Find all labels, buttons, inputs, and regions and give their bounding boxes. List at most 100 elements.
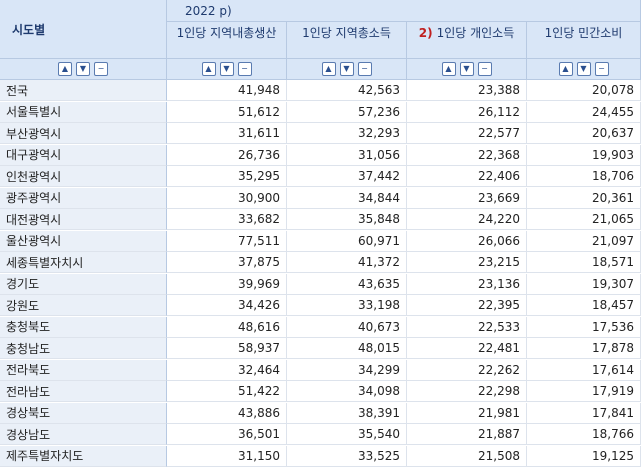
value-cell: 26,112 (407, 101, 527, 123)
value-cell: 18,457 (527, 295, 641, 316)
row-label: 부산광역시 (0, 123, 167, 144)
column-header: 1인당 민간소비 (527, 22, 641, 59)
sort-ascending-icon[interactable]: ▲ (201, 62, 216, 76)
value-cell: 22,577 (407, 123, 527, 144)
value-cell: 40,673 (287, 316, 407, 338)
row-label: 경상북도 (0, 402, 167, 424)
sort-descending-icon[interactable]: ▼ (576, 62, 591, 76)
value-cell: 33,682 (167, 209, 287, 230)
remove-icon[interactable]: − (477, 62, 492, 76)
sort-descending-icon[interactable]: ▼ (76, 62, 90, 76)
value-cell: 34,844 (287, 187, 407, 209)
sort-ascending-icon[interactable]: ▲ (321, 62, 336, 76)
column-controls: ▲ ▼ − (287, 59, 407, 80)
value-cell: 23,388 (407, 80, 527, 101)
value-cell: 23,669 (407, 187, 527, 209)
value-cell: 34,098 (287, 381, 407, 402)
value-cell: 34,426 (167, 295, 287, 316)
sort-ascending-icon[interactable]: ▲ (58, 62, 72, 76)
value-cell: 22,368 (407, 144, 527, 166)
value-cell: 21,065 (527, 209, 641, 230)
sort-descending-icon[interactable]: ▼ (459, 62, 474, 76)
value-cell: 22,406 (407, 166, 527, 187)
value-cell: 18,706 (527, 166, 641, 187)
value-cell: 42,563 (287, 80, 407, 101)
column-label: 1인당 지역내총생산 (176, 26, 277, 40)
column-note: 2) (418, 26, 433, 40)
row-label: 강원도 (0, 295, 167, 316)
value-cell: 26,066 (407, 230, 527, 252)
row-label: 대전광역시 (0, 209, 167, 230)
value-cell: 22,262 (407, 359, 527, 381)
sort-descending-icon[interactable]: ▼ (219, 62, 234, 76)
remove-icon[interactable]: − (594, 62, 609, 76)
row-label: 광주광역시 (0, 187, 167, 209)
value-cell: 51,612 (167, 101, 287, 123)
row-label: 전라북도 (0, 359, 167, 381)
row-label: 세종특별자치시 (0, 252, 167, 273)
value-cell: 58,937 (167, 338, 287, 359)
value-cell: 22,481 (407, 338, 527, 359)
row-label: 전라남도 (0, 381, 167, 402)
row-label: 서울특별시 (0, 101, 167, 123)
row-label: 경기도 (0, 273, 167, 295)
column-label: 1인당 민간소비 (544, 26, 623, 40)
value-cell: 17,919 (527, 381, 641, 402)
value-cell: 60,971 (287, 230, 407, 252)
value-cell: 48,616 (167, 316, 287, 338)
value-cell: 35,540 (287, 424, 407, 445)
value-cell: 32,293 (287, 123, 407, 144)
column-header: 1인당 지역총소득 (287, 22, 407, 59)
sort-ascending-icon[interactable]: ▲ (558, 62, 573, 76)
remove-icon[interactable]: − (94, 62, 108, 76)
row-label: 인천광역시 (0, 166, 167, 187)
value-cell: 17,614 (527, 359, 641, 381)
value-cell: 31,611 (167, 123, 287, 144)
row-label: 전국 (0, 80, 167, 101)
row-label: 울산광역시 (0, 230, 167, 252)
value-cell: 35,848 (287, 209, 407, 230)
column-header: 2) 1인당 개인소득 (407, 22, 527, 59)
value-cell: 18,571 (527, 252, 641, 273)
value-cell: 21,508 (407, 445, 527, 467)
row-label: 충청남도 (0, 338, 167, 359)
column-controls: ▲ ▼ − (407, 59, 527, 80)
sort-descending-icon[interactable]: ▼ (339, 62, 354, 76)
column-controls: ▲ ▼ − (167, 59, 287, 80)
value-cell: 19,125 (527, 445, 641, 467)
sort-ascending-icon[interactable]: ▲ (441, 62, 456, 76)
value-cell: 41,372 (287, 252, 407, 273)
value-cell: 19,307 (527, 273, 641, 295)
row-label: 경상남도 (0, 424, 167, 445)
value-cell: 41,948 (167, 80, 287, 101)
value-cell: 31,150 (167, 445, 287, 467)
period-header: 2022 p) (167, 0, 641, 22)
value-cell: 20,637 (527, 123, 641, 144)
value-cell: 77,511 (167, 230, 287, 252)
value-cell: 24,220 (407, 209, 527, 230)
value-cell: 35,295 (167, 166, 287, 187)
value-cell: 20,361 (527, 187, 641, 209)
value-cell: 23,215 (407, 252, 527, 273)
value-cell: 20,078 (527, 80, 641, 101)
value-cell: 17,841 (527, 402, 641, 424)
remove-icon[interactable]: − (237, 62, 252, 76)
value-cell: 21,097 (527, 230, 641, 252)
value-cell: 22,533 (407, 316, 527, 338)
value-cell: 21,981 (407, 402, 527, 424)
row-dimension-controls: ▲ ▼ − (0, 59, 167, 80)
remove-icon[interactable]: − (357, 62, 372, 76)
column-label: 1인당 개인소득 (436, 26, 515, 40)
value-cell: 57,236 (287, 101, 407, 123)
value-cell: 17,536 (527, 316, 641, 338)
value-cell: 36,501 (167, 424, 287, 445)
value-cell: 48,015 (287, 338, 407, 359)
value-cell: 34,299 (287, 359, 407, 381)
value-cell: 30,900 (167, 187, 287, 209)
value-cell: 37,875 (167, 252, 287, 273)
value-cell: 33,198 (287, 295, 407, 316)
value-cell: 51,422 (167, 381, 287, 402)
row-label: 충청북도 (0, 316, 167, 338)
value-cell: 43,886 (167, 402, 287, 424)
data-table: 시도별 ▲ ▼ − 2022 p) 1인당 지역내총생산 ▲ ▼ −1인당 지역총소득… (0, 0, 641, 467)
